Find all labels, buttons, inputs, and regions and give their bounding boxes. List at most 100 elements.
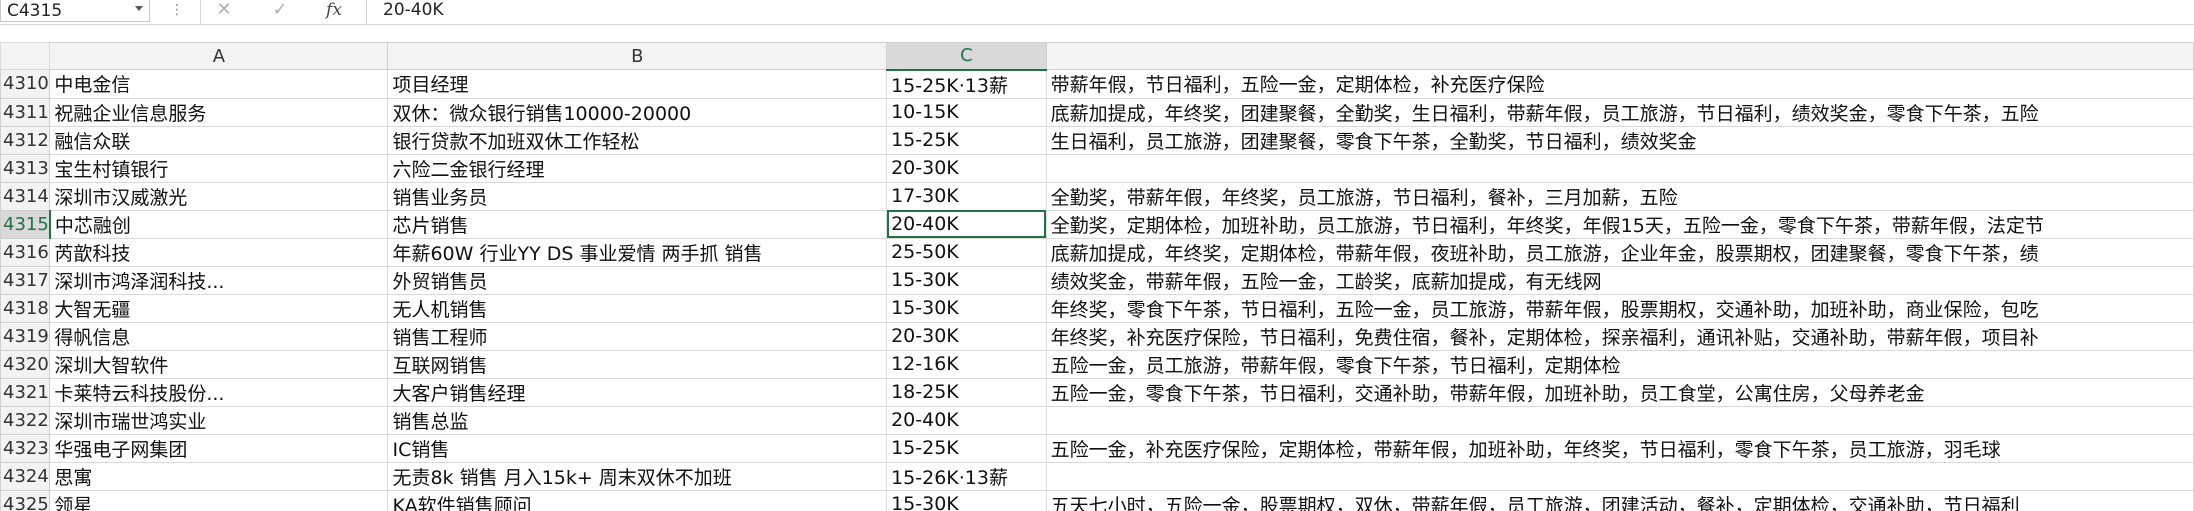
cell-job-title[interactable]: 无人机销售	[387, 293, 888, 323]
cell-salary[interactable]: 15-25K·13薪	[886, 69, 1047, 99]
formula-bar-divider	[200, 0, 201, 24]
chevron-down-icon[interactable]	[135, 6, 143, 11]
cell-salary[interactable]: 15-30K	[886, 265, 1047, 295]
row-header[interactable]: 4315	[0, 209, 51, 239]
cell-job-title[interactable]: 年薪60W 行业YY DS 事业爱情 两手抓 销售	[387, 237, 888, 267]
column-header-a[interactable]: A	[49, 42, 389, 70]
cell-company[interactable]: 深圳市瑞世鸿实业	[49, 405, 389, 435]
row-header[interactable]: 4316	[0, 237, 51, 267]
row-header[interactable]: 4312	[0, 125, 51, 155]
cell-salary[interactable]: 15-25K	[886, 125, 1047, 155]
cell-salary[interactable]: 15-30K	[886, 489, 1047, 511]
cell-benefits[interactable]: 五险一金，零食下午茶，节日福利，交通补助，带薪年假，加班补助，员工食堂，公寓住房…	[1045, 377, 2194, 407]
cell-benefits[interactable]	[1045, 461, 2194, 491]
row-header[interactable]: 4310	[0, 69, 51, 99]
cell-benefits[interactable]: 年终奖，零食下午茶，节日福利，五险一金，员工旅游，带薪年假，股票期权，交通补助，…	[1045, 293, 2194, 323]
cell-company[interactable]: 深圳市汉威激光	[49, 181, 389, 211]
cell-company[interactable]: 宝生村镇银行	[49, 153, 389, 183]
table-row: 4312 融信众联 银行贷款不加班双休工作轻松 15-25K 生日福利，员工旅游，团建聚…	[0, 125, 2194, 155]
cell-salary[interactable]: 15-26K·13薪	[886, 461, 1047, 491]
cell-salary[interactable]: 12-16K	[886, 349, 1047, 379]
table-row: 4322 深圳市瑞世鸿实业 销售总监 20-40K	[0, 405, 2194, 435]
cell-salary[interactable]: 20-40K	[886, 405, 1047, 435]
formula-bar: C4315 ⋮ ✕ ✓ fx 20-40K	[0, 0, 2194, 25]
cell-company[interactable]: 得帆信息	[49, 321, 389, 351]
cell-job-title[interactable]: 无责8k 销售 月入15k+ 周末双休不加班	[387, 461, 888, 491]
cell-salary[interactable]: 17-30K	[886, 181, 1047, 211]
cell-job-title[interactable]: 芯片销售	[387, 209, 888, 239]
cell-job-title[interactable]: 双休：微众银行销售10000-20000	[387, 97, 888, 127]
cell-salary[interactable]: 20-30K	[886, 321, 1047, 351]
cell-salary[interactable]: 15-25K	[886, 433, 1047, 463]
cell-salary[interactable]: 10-15K	[886, 97, 1047, 127]
cell-benefits[interactable]: 底薪加提成，年终奖，团建聚餐，全勤奖，生日福利，带薪年假，员工旅游，节日福利，绩…	[1045, 97, 2194, 127]
cell-company[interactable]: 深圳大智软件	[49, 349, 389, 379]
cell-company[interactable]: 思寓	[49, 461, 389, 491]
table-row: 4323 华强电子网集团 IC销售 15-25K 五险一金，补充医疗保险，定期体检，带薪…	[0, 433, 2194, 463]
cell-job-title[interactable]: 项目经理	[387, 69, 888, 99]
row-header[interactable]: 4322	[0, 405, 51, 435]
formula-input[interactable]: 20-40K	[383, 0, 444, 22]
cell-benefits[interactable]: 底薪加提成，年终奖，定期体检，带薪年假，夜班补助，员工旅游，企业年金，股票期权，…	[1045, 237, 2194, 267]
cell-benefits[interactable]	[1045, 405, 2194, 435]
row-header[interactable]: 4325	[0, 489, 51, 511]
row-header[interactable]: 4320	[0, 349, 51, 379]
cell-job-title[interactable]: 大客户销售经理	[387, 377, 888, 407]
column-header-b[interactable]: B	[387, 42, 888, 70]
cell-company[interactable]: 祝融企业信息服务	[49, 97, 389, 127]
cell-job-title[interactable]: 银行贷款不加班双休工作轻松	[387, 125, 888, 155]
cell-company[interactable]: 卡莱特云科技股份...	[49, 377, 389, 407]
cell-benefits[interactable]	[1045, 153, 2194, 183]
cell-company[interactable]: 大智无疆	[49, 293, 389, 323]
cell-job-title[interactable]: 销售工程师	[387, 321, 888, 351]
cell-job-title[interactable]: 互联网销售	[387, 349, 888, 379]
cell-company[interactable]: 芮歆科技	[49, 237, 389, 267]
cell-benefits[interactable]: 全勤奖，定期体检，加班补助，员工旅游，节日福利，年终奖，年假15天，五险一金，零…	[1045, 209, 2194, 239]
cell-company[interactable]: 融信众联	[49, 125, 389, 155]
row-header[interactable]: 4317	[0, 265, 51, 295]
cell-company[interactable]: 中电金信	[49, 69, 389, 99]
cell-company[interactable]: 深圳市鸿泽润科技...	[49, 265, 389, 295]
column-header-d[interactable]	[1045, 42, 2194, 70]
cell-salary[interactable]: 18-25K	[886, 377, 1047, 407]
cell-benefits[interactable]: 五天七小时，五险一金，股票期权，双休，带薪年假，员工旅游，团建活动，餐补，定期体…	[1045, 489, 2194, 511]
cell-benefits[interactable]: 年终奖，补充医疗保险，节日福利，免费住宿，餐补，定期体检，探亲福利，通讯补贴，交…	[1045, 321, 2194, 351]
cell-benefits[interactable]: 生日福利，员工旅游，团建聚餐，零食下午茶，全勤奖，节日福利，绩效奖金	[1045, 125, 2194, 155]
cell-job-title[interactable]: 销售业务员	[387, 181, 888, 211]
cell-benefits[interactable]: 五险一金，补充医疗保险，定期体检，带薪年假，加班补助，年终奖，节日福利，零食下午…	[1045, 433, 2194, 463]
row-header[interactable]: 4324	[0, 461, 51, 491]
cell-job-title[interactable]: IC销售	[387, 433, 888, 463]
check-icon[interactable]: ✓	[266, 0, 294, 22]
row-header[interactable]: 4321	[0, 377, 51, 407]
select-all-corner[interactable]	[0, 42, 51, 70]
row-header[interactable]: 4311	[0, 97, 51, 127]
row-header[interactable]: 4323	[0, 433, 51, 463]
cell-benefits[interactable]: 全勤奖，带薪年假，年终奖，员工旅游，节日福利，餐补，三月加薪，五险	[1045, 181, 2194, 211]
row-header[interactable]: 4319	[0, 321, 51, 351]
cell-company[interactable]: 中芯融创	[49, 209, 389, 239]
close-icon[interactable]: ✕	[210, 0, 238, 22]
cell-salary[interactable]: 20-30K	[886, 153, 1047, 183]
table-row: 4317 深圳市鸿泽润科技... 外贸销售员 15-30K 绩效奖金，带薪年假，五险一金…	[0, 265, 2194, 295]
cell-benefits[interactable]: 五险一金，员工旅游，带薪年假，零食下午茶，节日福利，定期体检	[1045, 349, 2194, 379]
column-header-row: A B C	[0, 42, 2194, 71]
cell-job-title[interactable]: 六险二金银行经理	[387, 153, 888, 183]
row-header[interactable]: 4314	[0, 181, 51, 211]
cell-job-title[interactable]: 销售总监	[387, 405, 888, 435]
cell-company[interactable]: 领星	[49, 489, 389, 511]
name-box[interactable]: C4315	[0, 0, 150, 22]
cell-salary[interactable]: 20-40K	[886, 209, 1047, 239]
row-header[interactable]: 4313	[0, 153, 51, 183]
cell-job-title[interactable]: KA软件销售顾问	[387, 489, 888, 511]
cell-salary[interactable]: 15-30K	[886, 293, 1047, 323]
cell-benefits[interactable]: 绩效奖金，带薪年假，五险一金，工龄奖，底薪加提成，有无线网	[1045, 265, 2194, 295]
cell-benefits[interactable]: 带薪年假，节日福利，五险一金，定期体检，补充医疗保险	[1045, 69, 2194, 99]
row-header[interactable]: 4318	[0, 293, 51, 323]
cell-salary[interactable]: 25-50K	[886, 237, 1047, 267]
function-icon[interactable]: fx	[320, 0, 348, 22]
column-header-c[interactable]: C	[886, 42, 1047, 71]
cell-job-title[interactable]: 外贸销售员	[387, 265, 888, 295]
table-row: 4311 祝融企业信息服务 双休：微众银行销售10000-20000 10-15K 底薪…	[0, 97, 2194, 127]
drag-handle-icon[interactable]: ⋮	[170, 3, 184, 17]
cell-company[interactable]: 华强电子网集团	[49, 433, 389, 463]
